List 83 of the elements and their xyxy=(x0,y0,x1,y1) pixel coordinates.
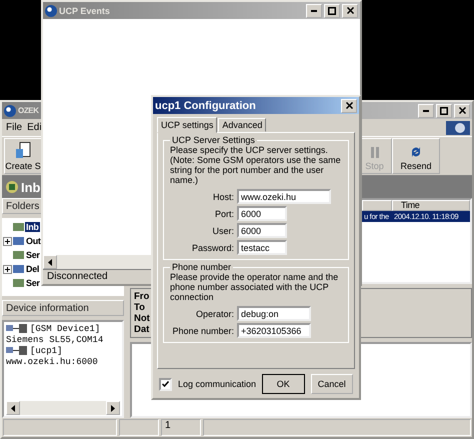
pause-icon xyxy=(370,147,378,158)
scroll-button[interactable] xyxy=(106,401,120,415)
status-panel: 1 xyxy=(161,419,201,436)
folder-icon xyxy=(13,250,24,260)
close-button[interactable] xyxy=(341,98,357,112)
tree-item[interactable]: Out xyxy=(25,236,42,246)
field-label: User: xyxy=(211,226,234,236)
field-label: Phone number: xyxy=(171,326,234,336)
description-text: Please specify the UCP server settings. (Note: Some GSM operators use the same string for the port number and the user name.) xyxy=(170,145,342,185)
minimize-button[interactable] xyxy=(306,4,322,18)
dialog-button[interactable]: Cancel xyxy=(310,374,353,394)
input-field[interactable]: testacc xyxy=(237,240,287,255)
globe-icon xyxy=(446,120,470,134)
maximize-button[interactable] xyxy=(324,4,340,18)
tree-item[interactable]: Del xyxy=(25,264,40,274)
group-title: UCP Server Settings xyxy=(171,135,256,145)
device-text: [GSM Device1] xyxy=(30,324,100,334)
maximize-icon xyxy=(440,106,448,114)
tree-item[interactable]: Inb xyxy=(25,222,40,232)
toolbar-button[interactable]: Create S xyxy=(4,138,42,174)
checkbox-label: Log communication xyxy=(178,379,256,389)
toolbar-button[interactable]: Resend xyxy=(392,138,440,174)
close-button[interactable] xyxy=(342,4,358,18)
window-title: OZEK xyxy=(18,106,39,115)
left-arrow-icon xyxy=(11,404,15,412)
devices-icon xyxy=(6,324,28,333)
globe-icon xyxy=(45,4,57,16)
menu-item[interactable]: File xyxy=(6,122,22,133)
folder-title: Inb xyxy=(21,180,40,194)
input-field[interactable]: 6000 xyxy=(237,206,287,221)
inbox-icon xyxy=(6,181,18,193)
left-arrow-icon xyxy=(48,258,52,266)
group-title: Phone number xyxy=(171,262,232,272)
panel-header: Device information xyxy=(2,300,124,316)
expand-icon[interactable] xyxy=(3,264,12,274)
dialog-button[interactable]: OK xyxy=(262,374,305,394)
close-button[interactable] xyxy=(454,104,470,118)
device-text: Siemens SL55,COM14 xyxy=(6,334,104,344)
scrollbar[interactable] xyxy=(6,401,120,415)
column-header[interactable]: Time xyxy=(392,200,470,211)
field-label: Operator: xyxy=(194,308,234,318)
tab[interactable]: Advanced xyxy=(218,118,266,132)
menu-item[interactable]: Edi xyxy=(27,122,42,133)
field-label: Password: xyxy=(190,242,234,252)
field-label: Fro xyxy=(134,291,150,302)
checkbox[interactable] xyxy=(159,378,172,390)
close-icon xyxy=(346,7,354,14)
minimize-icon xyxy=(311,10,317,12)
folder-icon xyxy=(13,264,24,274)
right-arrow-icon xyxy=(111,404,115,412)
globe-icon xyxy=(4,104,16,116)
expand-icon[interactable] xyxy=(3,236,12,246)
maximize-icon xyxy=(328,6,336,14)
scroll-button[interactable] xyxy=(43,255,57,269)
field-label: Not xyxy=(134,313,150,324)
device-text: www.ozeki.hu:6000 xyxy=(6,356,98,366)
tree-item[interactable]: Ser xyxy=(25,250,41,260)
folder-icon xyxy=(13,278,24,288)
device-text: [ucp1] xyxy=(30,346,62,356)
field-label: Port: xyxy=(214,208,234,218)
field-label: Host: xyxy=(212,192,234,202)
minimize-button[interactable] xyxy=(418,104,434,118)
field-label: To xyxy=(134,302,145,313)
document-icon xyxy=(15,142,31,158)
folder-icon xyxy=(13,236,24,246)
field-label: Dat xyxy=(134,324,150,335)
close-icon xyxy=(346,102,352,109)
input-field[interactable]: debug:on xyxy=(237,306,311,321)
minimize-icon xyxy=(423,110,429,112)
input-field[interactable]: www.ozeki.hu xyxy=(237,189,331,204)
tab[interactable]: UCP settings xyxy=(157,117,218,133)
refresh-icon xyxy=(411,146,421,158)
devices-icon xyxy=(6,346,28,355)
input-field[interactable]: 6000 xyxy=(237,223,287,238)
window-title: ucp1 Configuration xyxy=(155,100,256,112)
close-icon xyxy=(458,107,466,114)
folder-icon xyxy=(13,222,24,232)
maximize-button[interactable] xyxy=(436,104,452,118)
checkmark-icon xyxy=(162,381,169,387)
scroll-button[interactable] xyxy=(6,401,20,415)
window-title: UCP Events xyxy=(59,6,110,16)
input-field[interactable]: +36203105366 xyxy=(237,323,311,338)
tree-item[interactable]: Ser xyxy=(25,278,41,288)
